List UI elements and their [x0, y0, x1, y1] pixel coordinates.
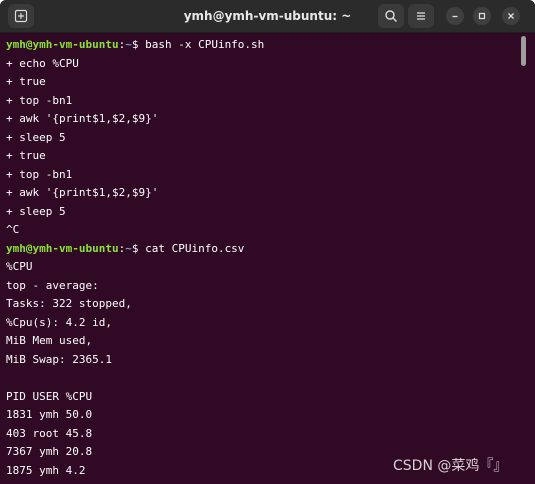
watermark: CSDN @菜鸡『』	[393, 458, 508, 474]
output-line: + top -bn1	[6, 167, 73, 181]
command-text: cat CPUinfo.csv	[145, 241, 245, 255]
csv-line: 1875 ymh 4.2	[6, 463, 86, 477]
hamburger-menu-icon	[417, 12, 425, 20]
search-icon	[385, 10, 397, 22]
terminal-window: ymh@ymh-vm-ubuntu: ~ ymh@ymh-vm-ubuntu:~…	[0, 0, 535, 484]
output-line: + awk '{print$1,$2,$9}'	[6, 112, 159, 125]
output-line: + true	[6, 75, 46, 88]
output-line: ^C	[6, 223, 20, 236]
csv-line: %Cpu(s): 4.2 id,	[6, 315, 112, 329]
terminal-output[interactable]: ymh@ymh-vm-ubuntu:~$ bash -x CPUinfo.sh …	[0, 33, 535, 484]
maximize-icon	[478, 12, 486, 20]
csv-line: 1831 ymh 50.0	[6, 408, 93, 421]
csv-line: 7367 ymh 20.8	[6, 445, 93, 458]
csv-line: PID USER %CPU	[6, 389, 93, 403]
command-text: bash -x CPUinfo.sh	[145, 38, 265, 51]
maximize-button[interactable]	[473, 7, 491, 25]
close-icon	[508, 13, 514, 19]
title-bar[interactable]: ymh@ymh-vm-ubuntu: ~	[0, 0, 535, 33]
csv-line: MiB Mem used,	[6, 334, 93, 347]
output-line: + echo %CPU	[6, 56, 79, 70]
prompt-user-host: ymh@ymh-vm-ubuntu	[6, 38, 119, 51]
csv-line: Tasks: 322 stopped,	[6, 297, 132, 310]
minimize-button[interactable]	[446, 7, 464, 25]
menu-button[interactable]	[408, 4, 434, 28]
search-button[interactable]	[378, 4, 404, 28]
prompt-path: ~	[125, 241, 132, 255]
minimize-icon	[452, 15, 458, 18]
csv-line: %CPU	[6, 260, 33, 273]
output-line: + sleep 5	[6, 204, 66, 218]
prompt-line: ymh@ymh-vm-ubuntu:~$ bash -x CPUinfo.sh	[6, 38, 265, 51]
output-line: + awk '{print$1,$2,$9}'	[6, 186, 159, 199]
output-line: + true	[6, 149, 46, 162]
csv-line: 403 root 45.8	[6, 426, 93, 440]
csv-line: top - average:	[6, 278, 99, 292]
output-line: + sleep 5	[6, 130, 66, 144]
output-line: + top -bn1	[6, 93, 73, 107]
csv-line: MiB Swap: 2365.1	[6, 352, 112, 366]
prompt-line: ymh@ymh-vm-ubuntu:~$ cat CPUinfo.csv	[6, 241, 245, 255]
close-button[interactable]	[502, 7, 520, 25]
prompt-user-host: ymh@ymh-vm-ubuntu	[6, 241, 119, 255]
prompt-path: ~	[125, 38, 132, 51]
scrollbar-thumb[interactable]	[521, 36, 526, 66]
